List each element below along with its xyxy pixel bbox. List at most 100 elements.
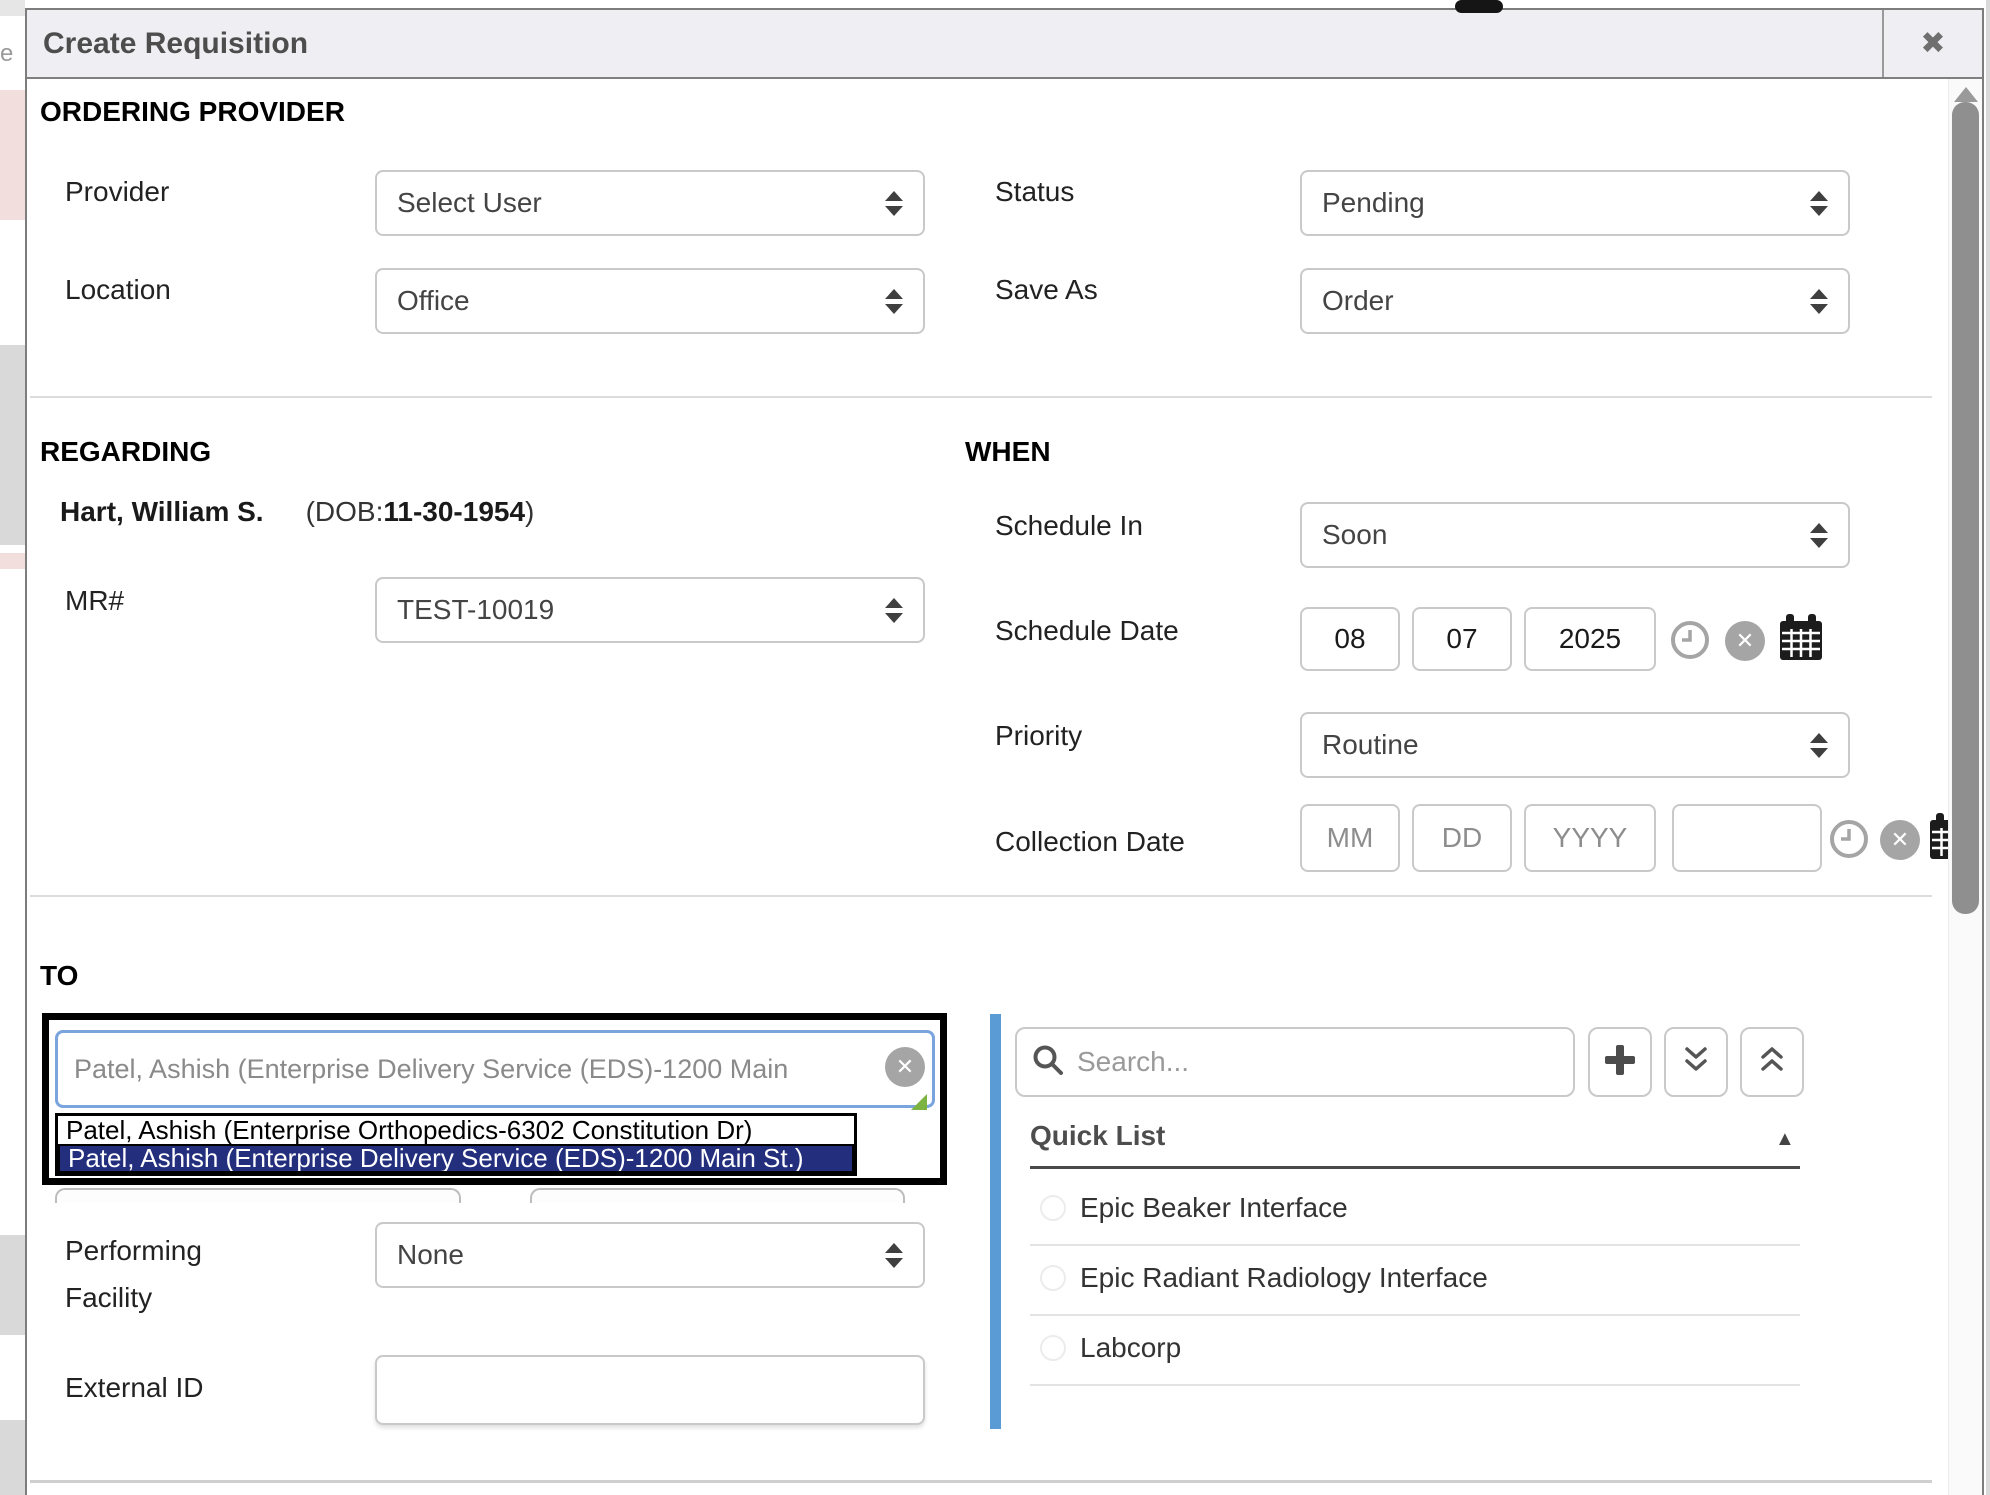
list-divider: [1030, 1384, 1800, 1386]
schedule-in-select-value: Soon: [1322, 519, 1387, 551]
status-label: Status: [995, 176, 1074, 208]
suggestion-item-selected[interactable]: Patel, Ashish (Enterprise Delivery Servi…: [58, 1144, 854, 1173]
hidden-button-partial[interactable]: [55, 1188, 461, 1203]
quick-list-collapse-icon[interactable]: ▲: [1775, 1128, 1795, 1151]
radio-icon[interactable]: [1040, 1195, 1066, 1221]
schedule-date-year-input[interactable]: [1524, 607, 1656, 671]
patient-summary: Hart, William S. (DOB: 11-30-1954 ): [60, 496, 534, 528]
dialog-header: Create Requisition ✖: [27, 10, 1982, 79]
location-select-value: Office: [397, 285, 470, 317]
dob-close: ): [525, 496, 534, 528]
quick-list-item[interactable]: Epic Beaker Interface: [1030, 1183, 1800, 1233]
background-browser-fragment: [1455, 0, 1503, 13]
quick-list-item-label: Epic Radiant Radiology Interface: [1080, 1262, 1488, 1294]
select-arrows-icon: [1810, 733, 1828, 758]
select-arrows-icon: [885, 289, 903, 314]
hidden-button-partial[interactable]: [530, 1188, 905, 1203]
save-as-select[interactable]: Order: [1300, 268, 1850, 334]
schedule-date-day-input[interactable]: [1412, 607, 1512, 671]
location-select[interactable]: Office: [375, 268, 925, 334]
location-label: Location: [65, 274, 171, 306]
recipient-input[interactable]: [55, 1030, 935, 1108]
patient-name: Hart, William S.: [60, 496, 264, 528]
section-divider: [30, 895, 1932, 897]
schedule-date-label: Schedule Date: [995, 615, 1179, 647]
performing-facility-label-line2: Facility: [65, 1282, 152, 1314]
performing-facility-label: Performing: [65, 1235, 202, 1267]
background-page-fragment: [1986, 0, 1990, 1495]
list-divider: [1030, 1314, 1800, 1316]
select-arrows-icon: [885, 1243, 903, 1268]
select-arrows-icon: [1810, 289, 1828, 314]
regarding-heading: REGARDING: [40, 436, 211, 468]
close-button[interactable]: ✖: [1882, 10, 1982, 77]
collection-time-input[interactable]: [1672, 804, 1822, 872]
schedule-in-select[interactable]: Soon: [1300, 502, 1850, 568]
priority-select[interactable]: Routine: [1300, 712, 1850, 778]
patient-dob: 11-30-1954: [383, 496, 525, 528]
vertical-scrollbar[interactable]: [1948, 79, 1982, 1495]
double-chevron-up-icon: [1757, 1044, 1787, 1081]
scrollbar-thumb[interactable]: [1952, 102, 1979, 914]
radio-icon[interactable]: [1040, 1335, 1066, 1361]
background-page-fragment: [0, 0, 25, 16]
provider-select[interactable]: Select User: [375, 170, 925, 236]
background-page-fragment: [0, 1420, 25, 1495]
expand-all-button[interactable]: [1664, 1027, 1728, 1097]
ordering-provider-heading: ORDERING PROVIDER: [40, 96, 345, 128]
collection-time-clock-icon[interactable]: [1828, 818, 1870, 865]
quick-list-item[interactable]: Labcorp: [1030, 1323, 1800, 1373]
collection-date-year-input[interactable]: [1524, 804, 1656, 872]
section-divider: [30, 1480, 1932, 1483]
panel-accent-bar: [990, 1014, 1001, 1429]
plus-icon: [1603, 1043, 1637, 1082]
collapse-all-button[interactable]: [1740, 1027, 1804, 1097]
select-arrows-icon: [885, 191, 903, 216]
schedule-time-clock-icon[interactable]: [1669, 619, 1711, 666]
status-select[interactable]: Pending: [1300, 170, 1850, 236]
directory-search: [1015, 1027, 1575, 1097]
suggestion-item[interactable]: Patel, Ashish (Enterprise Orthopedics-63…: [58, 1116, 854, 1144]
performing-facility-select-value: None: [397, 1239, 464, 1271]
schedule-date-calendar-icon[interactable]: [1778, 613, 1824, 668]
quick-list-item-label: Labcorp: [1080, 1332, 1181, 1364]
priority-select-value: Routine: [1322, 729, 1419, 761]
collection-date-day-input[interactable]: [1412, 804, 1512, 872]
schedule-date-month-input[interactable]: [1300, 607, 1400, 671]
mr-select-value: TEST-10019: [397, 594, 554, 626]
external-id-input[interactable]: [375, 1355, 925, 1425]
radio-icon[interactable]: [1040, 1265, 1066, 1291]
search-input[interactable]: [1075, 1045, 1559, 1079]
dialog-body: ORDERING PROVIDER Provider Select User S…: [27, 79, 1982, 1495]
background-page-fragment: e: [0, 40, 24, 80]
save-as-select-value: Order: [1322, 285, 1394, 317]
performing-facility-select[interactable]: None: [375, 1222, 925, 1288]
list-divider: [1030, 1244, 1800, 1246]
external-id-label: External ID: [65, 1372, 204, 1404]
quick-list-heading: Quick List: [1030, 1120, 1165, 1152]
dob-open: (DOB:: [306, 496, 384, 528]
save-as-label: Save As: [995, 274, 1098, 306]
quick-list-underline: [1030, 1166, 1800, 1169]
collection-date-month-input[interactable]: [1300, 804, 1400, 872]
resize-handle-icon[interactable]: [911, 1094, 927, 1110]
add-recipient-button[interactable]: [1588, 1027, 1652, 1097]
background-page-fragment: [0, 553, 25, 569]
provider-label: Provider: [65, 176, 169, 208]
collection-date-clear-icon[interactable]: ✕: [1880, 820, 1920, 860]
select-arrows-icon: [1810, 523, 1828, 548]
section-divider: [30, 396, 1932, 398]
schedule-date-clear-icon[interactable]: ✕: [1725, 621, 1765, 661]
recipient-clear-icon[interactable]: ✕: [885, 1047, 925, 1087]
quick-list-item[interactable]: Epic Radiant Radiology Interface: [1030, 1253, 1800, 1303]
schedule-in-label: Schedule In: [995, 510, 1143, 542]
when-heading: WHEN: [965, 436, 1051, 468]
mr-select[interactable]: TEST-10019: [375, 577, 925, 643]
to-heading: TO: [40, 960, 78, 992]
select-arrows-icon: [885, 598, 903, 623]
status-select-value: Pending: [1322, 187, 1425, 219]
mr-label: MR#: [65, 585, 124, 617]
provider-select-value: Select User: [397, 187, 542, 219]
scrollbar-up-arrow-icon[interactable]: [1954, 87, 1978, 102]
background-page-fragment: [0, 1235, 25, 1335]
